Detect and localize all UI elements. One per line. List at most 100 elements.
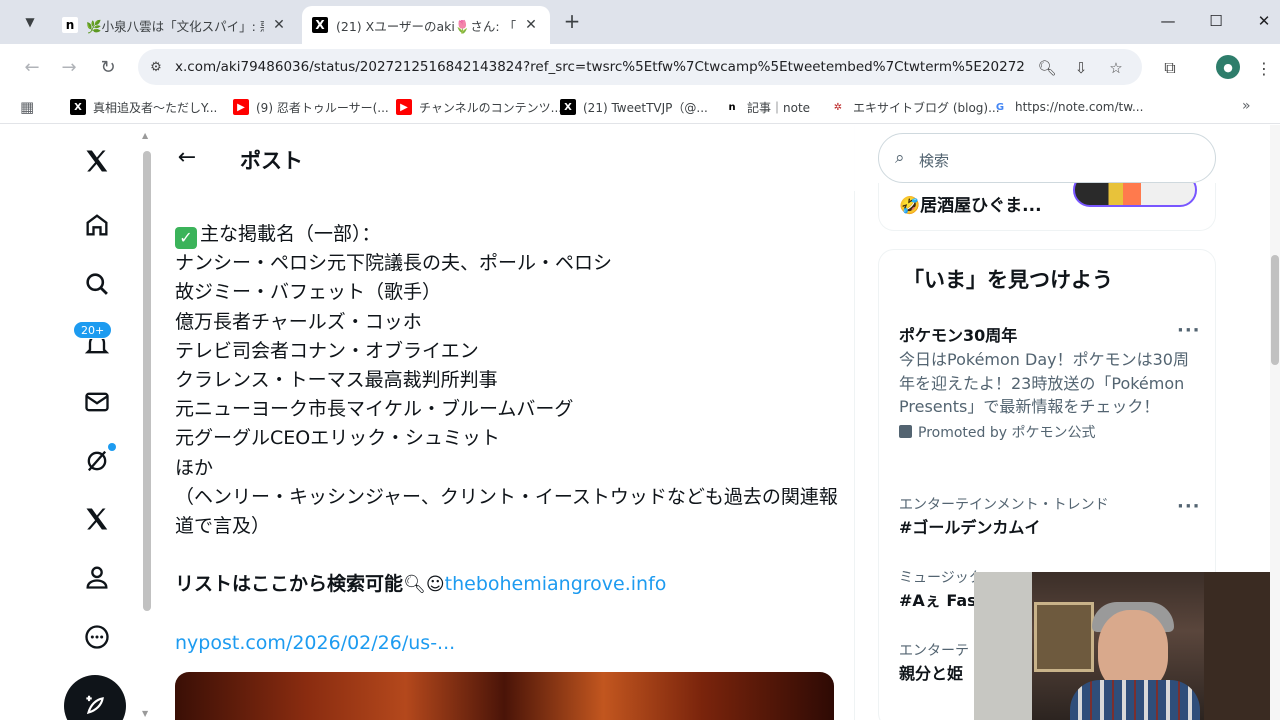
grok-unread-dot <box>108 443 116 451</box>
bookmark-item[interactable]: X 真相追及者〜ただしY... <box>70 97 217 117</box>
page-scrollbar[interactable] <box>1270 125 1280 720</box>
tweet-name-line: 故ジミー・バフェット（歌手） <box>175 281 442 304</box>
explore-title: 「いま」を見つけよう <box>903 268 1113 292</box>
zoom-icon[interactable]: 🔍︎ <box>1036 57 1058 79</box>
close-window-icon[interactable]: ✕ <box>1244 8 1280 34</box>
live-space-card[interactable]: 🤣居酒屋ひぐま... <box>878 183 1216 231</box>
note-favicon-icon: n <box>62 17 78 33</box>
trend-item[interactable]: エンターテインメント・トレンド #ゴールデンカムイ <box>899 494 1199 538</box>
profile-avatar[interactable]: ● <box>1216 55 1240 79</box>
tweet-search-line: リストはここから検索可能🔍︎☺thebohemiangrove.info <box>175 570 845 599</box>
tab-active[interactable]: X (21) Xユーザーのaki🌷さん: 「エプス… ✕ <box>302 6 550 44</box>
messages-mail-icon[interactable] <box>78 383 116 421</box>
nypost-link[interactable]: nypost.com/2026/02/26/us-... <box>175 629 845 658</box>
main-column: ← ポスト ✓ 主な掲載名（一部）： ナンシー・ペロシ元下院議長の夫、ポール・ペロ… <box>152 125 855 720</box>
search-icon: ⌕ <box>895 148 905 168</box>
bookmarks-bar: ▦ X 真相追及者〜ただしY... ▶ (9) 忍者トゥルーサー(... ▶ チ… <box>0 90 1280 124</box>
magnifier-emoji-icon: 🔍︎ <box>403 574 426 596</box>
address-bar[interactable]: ⚙ x.com/aki79486036/status/2027212516842… <box>138 49 1142 85</box>
url-text[interactable]: x.com/aki79486036/status/202721251684214… <box>175 59 1025 75</box>
x-logo-icon[interactable] <box>78 142 116 180</box>
back-arrow-icon[interactable]: ← <box>172 143 202 173</box>
bookmark-label: チャンネルのコンテンツ... <box>419 100 563 115</box>
tweet-name-line: ほか <box>175 456 214 479</box>
bookmark-item[interactable]: ✲ エキサイトブログ (blog)... <box>830 97 1000 117</box>
scroll-up-arrow-icon[interactable]: ▲ <box>142 131 148 140</box>
webcam-background-shelf <box>1204 572 1270 720</box>
more-circle-icon[interactable] <box>78 618 116 656</box>
page-scroll-thumb[interactable] <box>1271 255 1279 365</box>
menu-kebab-icon[interactable]: ⋮ <box>1252 56 1276 80</box>
tweet-spacer <box>175 541 845 570</box>
explore-search-icon[interactable] <box>78 265 116 303</box>
back-icon[interactable]: ← <box>18 54 46 80</box>
premium-x-icon[interactable] <box>78 500 116 538</box>
google-icon: G <box>995 101 1005 113</box>
trend-item[interactable]: ポケモン30周年 今日はPokémon Day！ポケモンは30周年を迎えたよ！2… <box>899 322 1199 442</box>
apps-grid-icon[interactable]: ▦ <box>20 98 38 116</box>
tab-title: 🌿小泉八雲は「文化スパイ」: 悪… <box>86 18 264 34</box>
tab-inactive[interactable]: n 🌿小泉八雲は「文化スパイ」: 悪… ✕ <box>52 6 298 44</box>
trend-name: #ゴールデンカムイ <box>899 518 1041 537</box>
reload-icon[interactable]: ↻ <box>94 54 122 80</box>
extensions-icon[interactable]: ⧉ <box>1158 56 1182 80</box>
tweet-media-image[interactable] <box>175 672 834 720</box>
bookmark-item[interactable]: ▶ チャンネルのコンテンツ... <box>396 97 562 117</box>
trend-context: エンターテインメント・トレンド <box>899 497 1109 513</box>
youtube-icon: ▶ <box>396 99 412 115</box>
browser-toolbar: ← → ↻ ⚙ x.com/aki79486036/status/2027212… <box>0 44 1280 90</box>
close-tab-icon[interactable]: ✕ <box>270 17 288 33</box>
bohemian-grove-link[interactable]: thebohemiangrove.info <box>445 573 667 595</box>
install-app-icon[interactable]: ⇩ <box>1070 57 1092 79</box>
x-icon: X <box>70 99 86 115</box>
webcam-picture-frame <box>1034 602 1094 672</box>
bookmark-label: (21) TweetTVJP（@... <box>583 100 708 115</box>
compose-post-button[interactable] <box>64 675 126 720</box>
tweet-name-line: テレビ司会者コナン・オブライエン <box>175 339 479 362</box>
tweet-note: （ヘンリー・キッシンジャー、クリント・イーストウッドなども過去の関連報道で言及） <box>175 485 838 537</box>
maximize-icon[interactable]: ☐ <box>1196 8 1236 34</box>
live-space-title: 🤣居酒屋ひぐま... <box>899 196 1042 216</box>
promoted-line: Promoted by ポケモン公式 <box>899 422 1199 442</box>
new-tab-button[interactable]: + <box>560 10 584 34</box>
tab-title: (21) Xユーザーのaki🌷さん: 「エプス… <box>336 18 516 34</box>
tweet-name-line: 元ニューヨーク市長マイケル・ブルームバーグ <box>175 398 574 421</box>
check-mark-icon: ✓ <box>175 227 197 249</box>
live-listeners-pill[interactable] <box>1073 183 1197 207</box>
bookmark-label: 真相追及者〜ただしY... <box>93 100 218 115</box>
webcam-background-window <box>974 572 1032 720</box>
scroll-down-arrow-icon[interactable]: ▼ <box>142 709 148 718</box>
more-options-icon[interactable]: ··· <box>1177 496 1201 517</box>
tweet-name-line: 元グーグルCEOエリック・シュミット <box>175 427 500 450</box>
scroll-thumb[interactable] <box>143 151 151 611</box>
promoted-by-text: Promoted by ポケモン公式 <box>918 424 1096 441</box>
tweet-heading-line: ✓ 主な掲載名（一部）： <box>175 220 845 249</box>
content-scrollbar[interactable]: ▲ ▼ <box>141 131 151 720</box>
minimize-icon[interactable]: — <box>1148 8 1188 34</box>
notification-badge: 20+ <box>73 321 113 339</box>
bookmarks-overflow-icon[interactable]: » <box>1242 98 1251 114</box>
trend-description: 今日はPokémon Day！ポケモンは30周年を迎えたよ！23時放送の「Pok… <box>899 350 1189 416</box>
bookmark-item[interactable]: G https://note.com/tw... <box>992 97 1144 117</box>
forward-icon[interactable]: → <box>55 54 83 80</box>
tweet-name-line: 億万長者チャールズ・コッホ <box>175 310 422 333</box>
bookmark-label: エキサイトブログ (blog)... <box>853 100 1000 115</box>
bookmark-label: (9) 忍者トゥルーサー(... <box>256 100 389 115</box>
tab-search-chevron-icon[interactable]: ▼ <box>16 10 44 34</box>
search-input[interactable]: ⌕ 検索 <box>878 133 1216 183</box>
webcam-overlay <box>974 572 1270 720</box>
bookmark-star-icon[interactable]: ☆ <box>1105 57 1127 79</box>
webcam-person-shirt <box>1070 680 1200 720</box>
search-placeholder: 検索 <box>919 152 950 170</box>
excite-icon: ✲ <box>833 101 843 113</box>
bookmark-item[interactable]: ▶ (9) 忍者トゥルーサー(... <box>233 97 389 117</box>
more-options-icon[interactable]: ··· <box>1177 320 1201 341</box>
profile-person-icon[interactable] <box>78 558 116 596</box>
page-title: ポスト <box>240 149 303 173</box>
bookmark-item[interactable]: X (21) TweetTVJP（@... <box>560 97 708 117</box>
tweet-name-line: ナンシー・ペロシ元下院議長の夫、ポール・ペロシ <box>175 252 613 275</box>
site-info-icon[interactable]: ⚙ <box>146 57 166 77</box>
bookmark-item[interactable]: n 記事｜note <box>724 97 810 117</box>
close-tab-icon[interactable]: ✕ <box>522 17 540 33</box>
home-icon[interactable] <box>78 206 116 244</box>
